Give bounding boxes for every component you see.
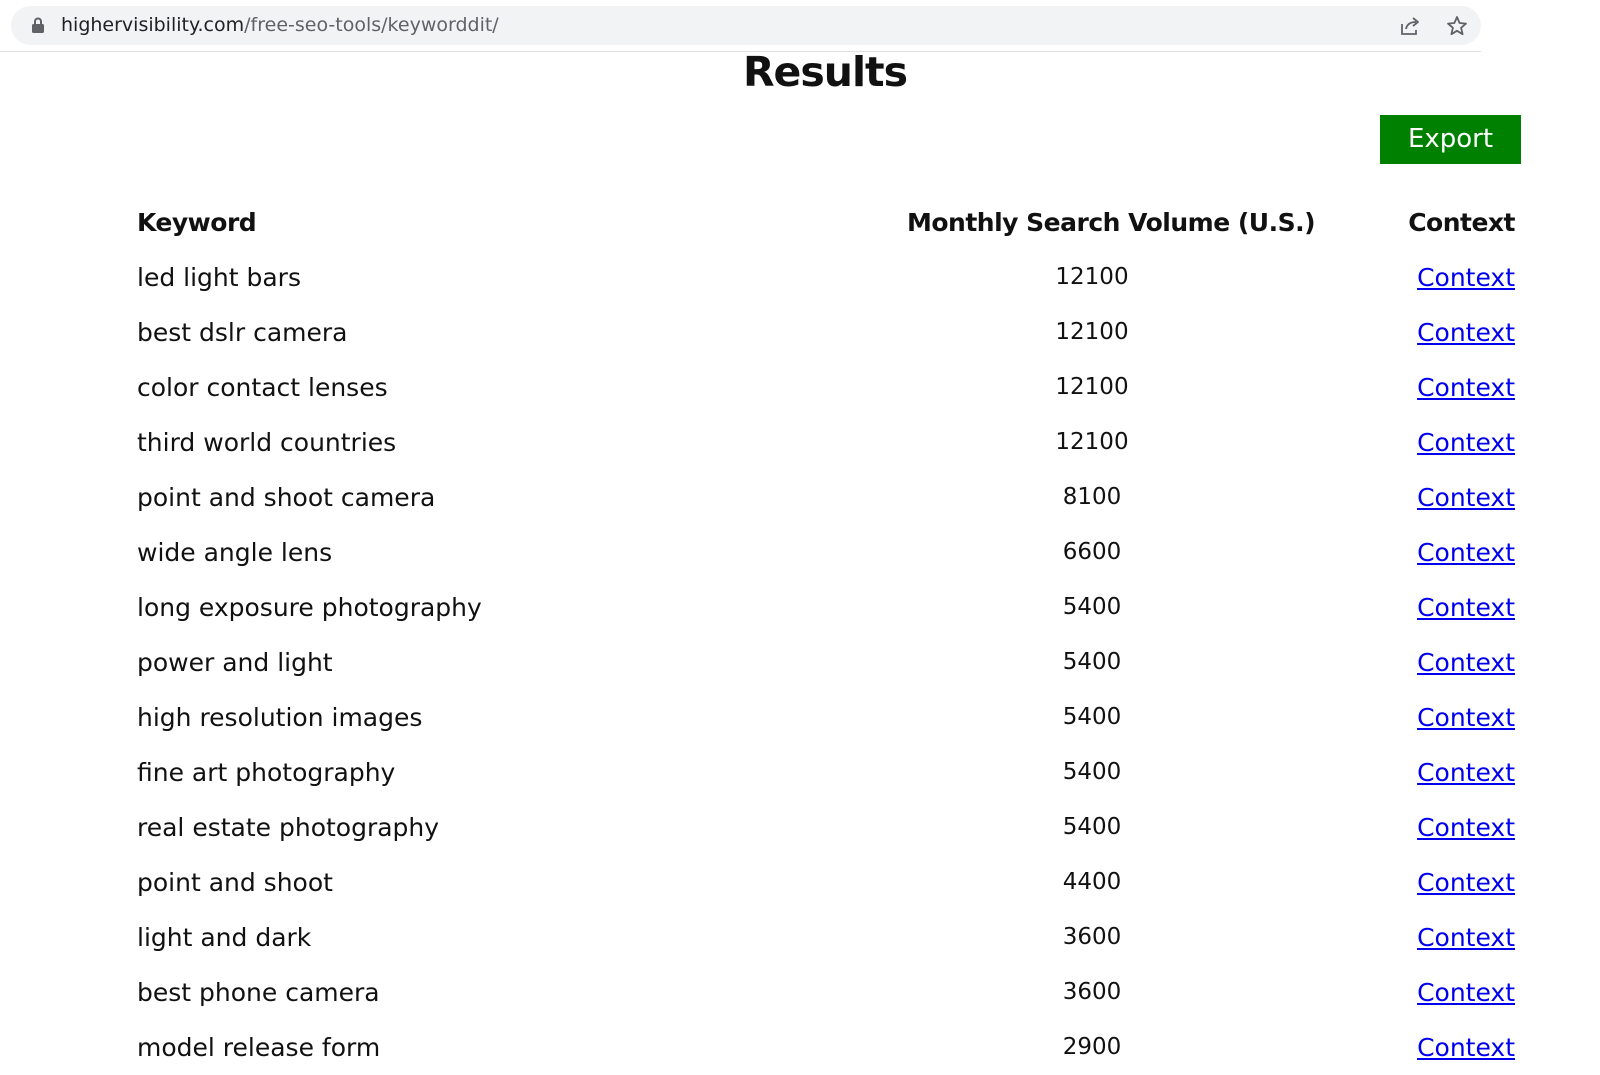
- url-domain: highervisibility.com: [61, 14, 245, 36]
- context-link[interactable]: Context: [1417, 263, 1515, 292]
- context-link[interactable]: Context: [1417, 648, 1515, 677]
- context-link[interactable]: Context: [1417, 703, 1515, 732]
- keyword-cell: color contact lenses: [137, 373, 388, 402]
- volume-cell: 5400: [1062, 814, 1122, 840]
- keyword-cell: best phone camera: [137, 978, 380, 1007]
- lock-icon[interactable]: [31, 17, 45, 33]
- context-link[interactable]: Context: [1417, 373, 1515, 402]
- table-row: fine art photography 5400 Context: [137, 745, 1517, 800]
- context-cell: Context: [1315, 745, 1515, 800]
- url-text[interactable]: highervisibility.com/free-seo-tools/keyw…: [61, 6, 499, 45]
- table-row: power and light 5400 Context: [137, 635, 1517, 690]
- export-button[interactable]: Export: [1380, 115, 1521, 164]
- context-link[interactable]: Context: [1417, 483, 1515, 512]
- context-cell: Context: [1315, 965, 1515, 1020]
- keyword-cell: best dslr camera: [137, 318, 348, 347]
- context-link[interactable]: Context: [1417, 813, 1515, 842]
- context-link[interactable]: Context: [1417, 538, 1515, 567]
- context-cell: Context: [1315, 635, 1515, 690]
- page-title: Results: [742, 48, 908, 96]
- keyword-cell: led light bars: [137, 263, 301, 292]
- keyword-cell: power and light: [137, 648, 333, 677]
- keyword-cell: point and shoot camera: [137, 483, 436, 512]
- context-cell: Context: [1315, 250, 1515, 305]
- header-keyword: Keyword: [137, 208, 257, 237]
- volume-cell: 5400: [1062, 649, 1122, 675]
- table-row: point and shoot 4400 Context: [137, 855, 1517, 910]
- volume-cell: 5400: [1062, 594, 1122, 620]
- table-row: long exposure photography 5400 Context: [137, 580, 1517, 635]
- table-row: light and dark 3600 Context: [137, 910, 1517, 965]
- context-link[interactable]: Context: [1417, 318, 1515, 347]
- table-header: Keyword Monthly Search Volume (U.S.) Con…: [137, 195, 1517, 250]
- keyword-cell: model release form: [137, 1033, 381, 1062]
- context-cell: Context: [1315, 525, 1515, 580]
- keyword-cell: light and dark: [137, 923, 312, 952]
- volume-cell: 3600: [1062, 979, 1122, 1005]
- keyword-cell: high resolution images: [137, 703, 423, 732]
- context-cell: Context: [1315, 800, 1515, 855]
- context-cell: Context: [1315, 415, 1515, 470]
- volume-cell: 6600: [1062, 539, 1122, 565]
- keyword-cell: real estate photography: [137, 813, 440, 842]
- context-cell: Context: [1315, 305, 1515, 360]
- table-body: led light bars 12100 Context best dslr came…: [137, 250, 1517, 1075]
- results-table: Keyword Monthly Search Volume (U.S.) Con…: [137, 195, 1517, 1075]
- table-row: model release form 2900 Context: [137, 1020, 1517, 1075]
- table-row: color contact lenses 12100 Context: [137, 360, 1517, 415]
- share-icon[interactable]: [1399, 15, 1421, 37]
- context-link[interactable]: Context: [1417, 978, 1515, 1007]
- context-cell: Context: [1315, 580, 1515, 635]
- context-cell: Context: [1315, 690, 1515, 745]
- context-link[interactable]: Context: [1417, 758, 1515, 787]
- table-row: third world countries 12100 Context: [137, 415, 1517, 470]
- context-cell: Context: [1315, 470, 1515, 525]
- address-bar[interactable]: highervisibility.com/free-seo-tools/keyw…: [11, 6, 1481, 45]
- volume-cell: 8100: [1062, 484, 1122, 510]
- keyword-cell: point and shoot: [137, 868, 333, 897]
- volume-cell: 12100: [1055, 429, 1129, 455]
- context-cell: Context: [1315, 910, 1515, 965]
- volume-cell: 12100: [1055, 374, 1129, 400]
- table-row: best phone camera 3600 Context: [137, 965, 1517, 1020]
- context-cell: Context: [1315, 855, 1515, 910]
- url-path: /free-seo-tools/keyworddit/: [244, 14, 499, 36]
- header-context: Context: [1408, 208, 1515, 237]
- context-link[interactable]: Context: [1417, 428, 1515, 457]
- volume-cell: 12100: [1055, 319, 1129, 345]
- context-cell: Context: [1315, 360, 1515, 415]
- keyword-cell: long exposure photography: [137, 593, 482, 622]
- keyword-cell: fine art photography: [137, 758, 396, 787]
- table-row: high resolution images 5400 Context: [137, 690, 1517, 745]
- context-link[interactable]: Context: [1417, 868, 1515, 897]
- context-link[interactable]: Context: [1417, 593, 1515, 622]
- table-row: real estate photography 5400 Context: [137, 800, 1517, 855]
- table-row: led light bars 12100 Context: [137, 250, 1517, 305]
- volume-cell: 12100: [1055, 264, 1129, 290]
- volume-cell: 5400: [1062, 759, 1122, 785]
- keyword-cell: third world countries: [137, 428, 397, 457]
- volume-cell: 2900: [1062, 1034, 1122, 1060]
- volume-cell: 4400: [1062, 869, 1122, 895]
- context-cell: Context: [1315, 1020, 1515, 1075]
- context-link[interactable]: Context: [1417, 1033, 1515, 1062]
- volume-cell: 5400: [1062, 704, 1122, 730]
- table-row: wide angle lens 6600 Context: [137, 525, 1517, 580]
- volume-cell: 3600: [1062, 924, 1122, 950]
- star-icon[interactable]: [1446, 15, 1468, 37]
- table-row: point and shoot camera 8100 Context: [137, 470, 1517, 525]
- header-volume: Monthly Search Volume (U.S.): [907, 208, 1316, 237]
- context-link[interactable]: Context: [1417, 923, 1515, 952]
- table-row: best dslr camera 12100 Context: [137, 305, 1517, 360]
- keyword-cell: wide angle lens: [137, 538, 333, 567]
